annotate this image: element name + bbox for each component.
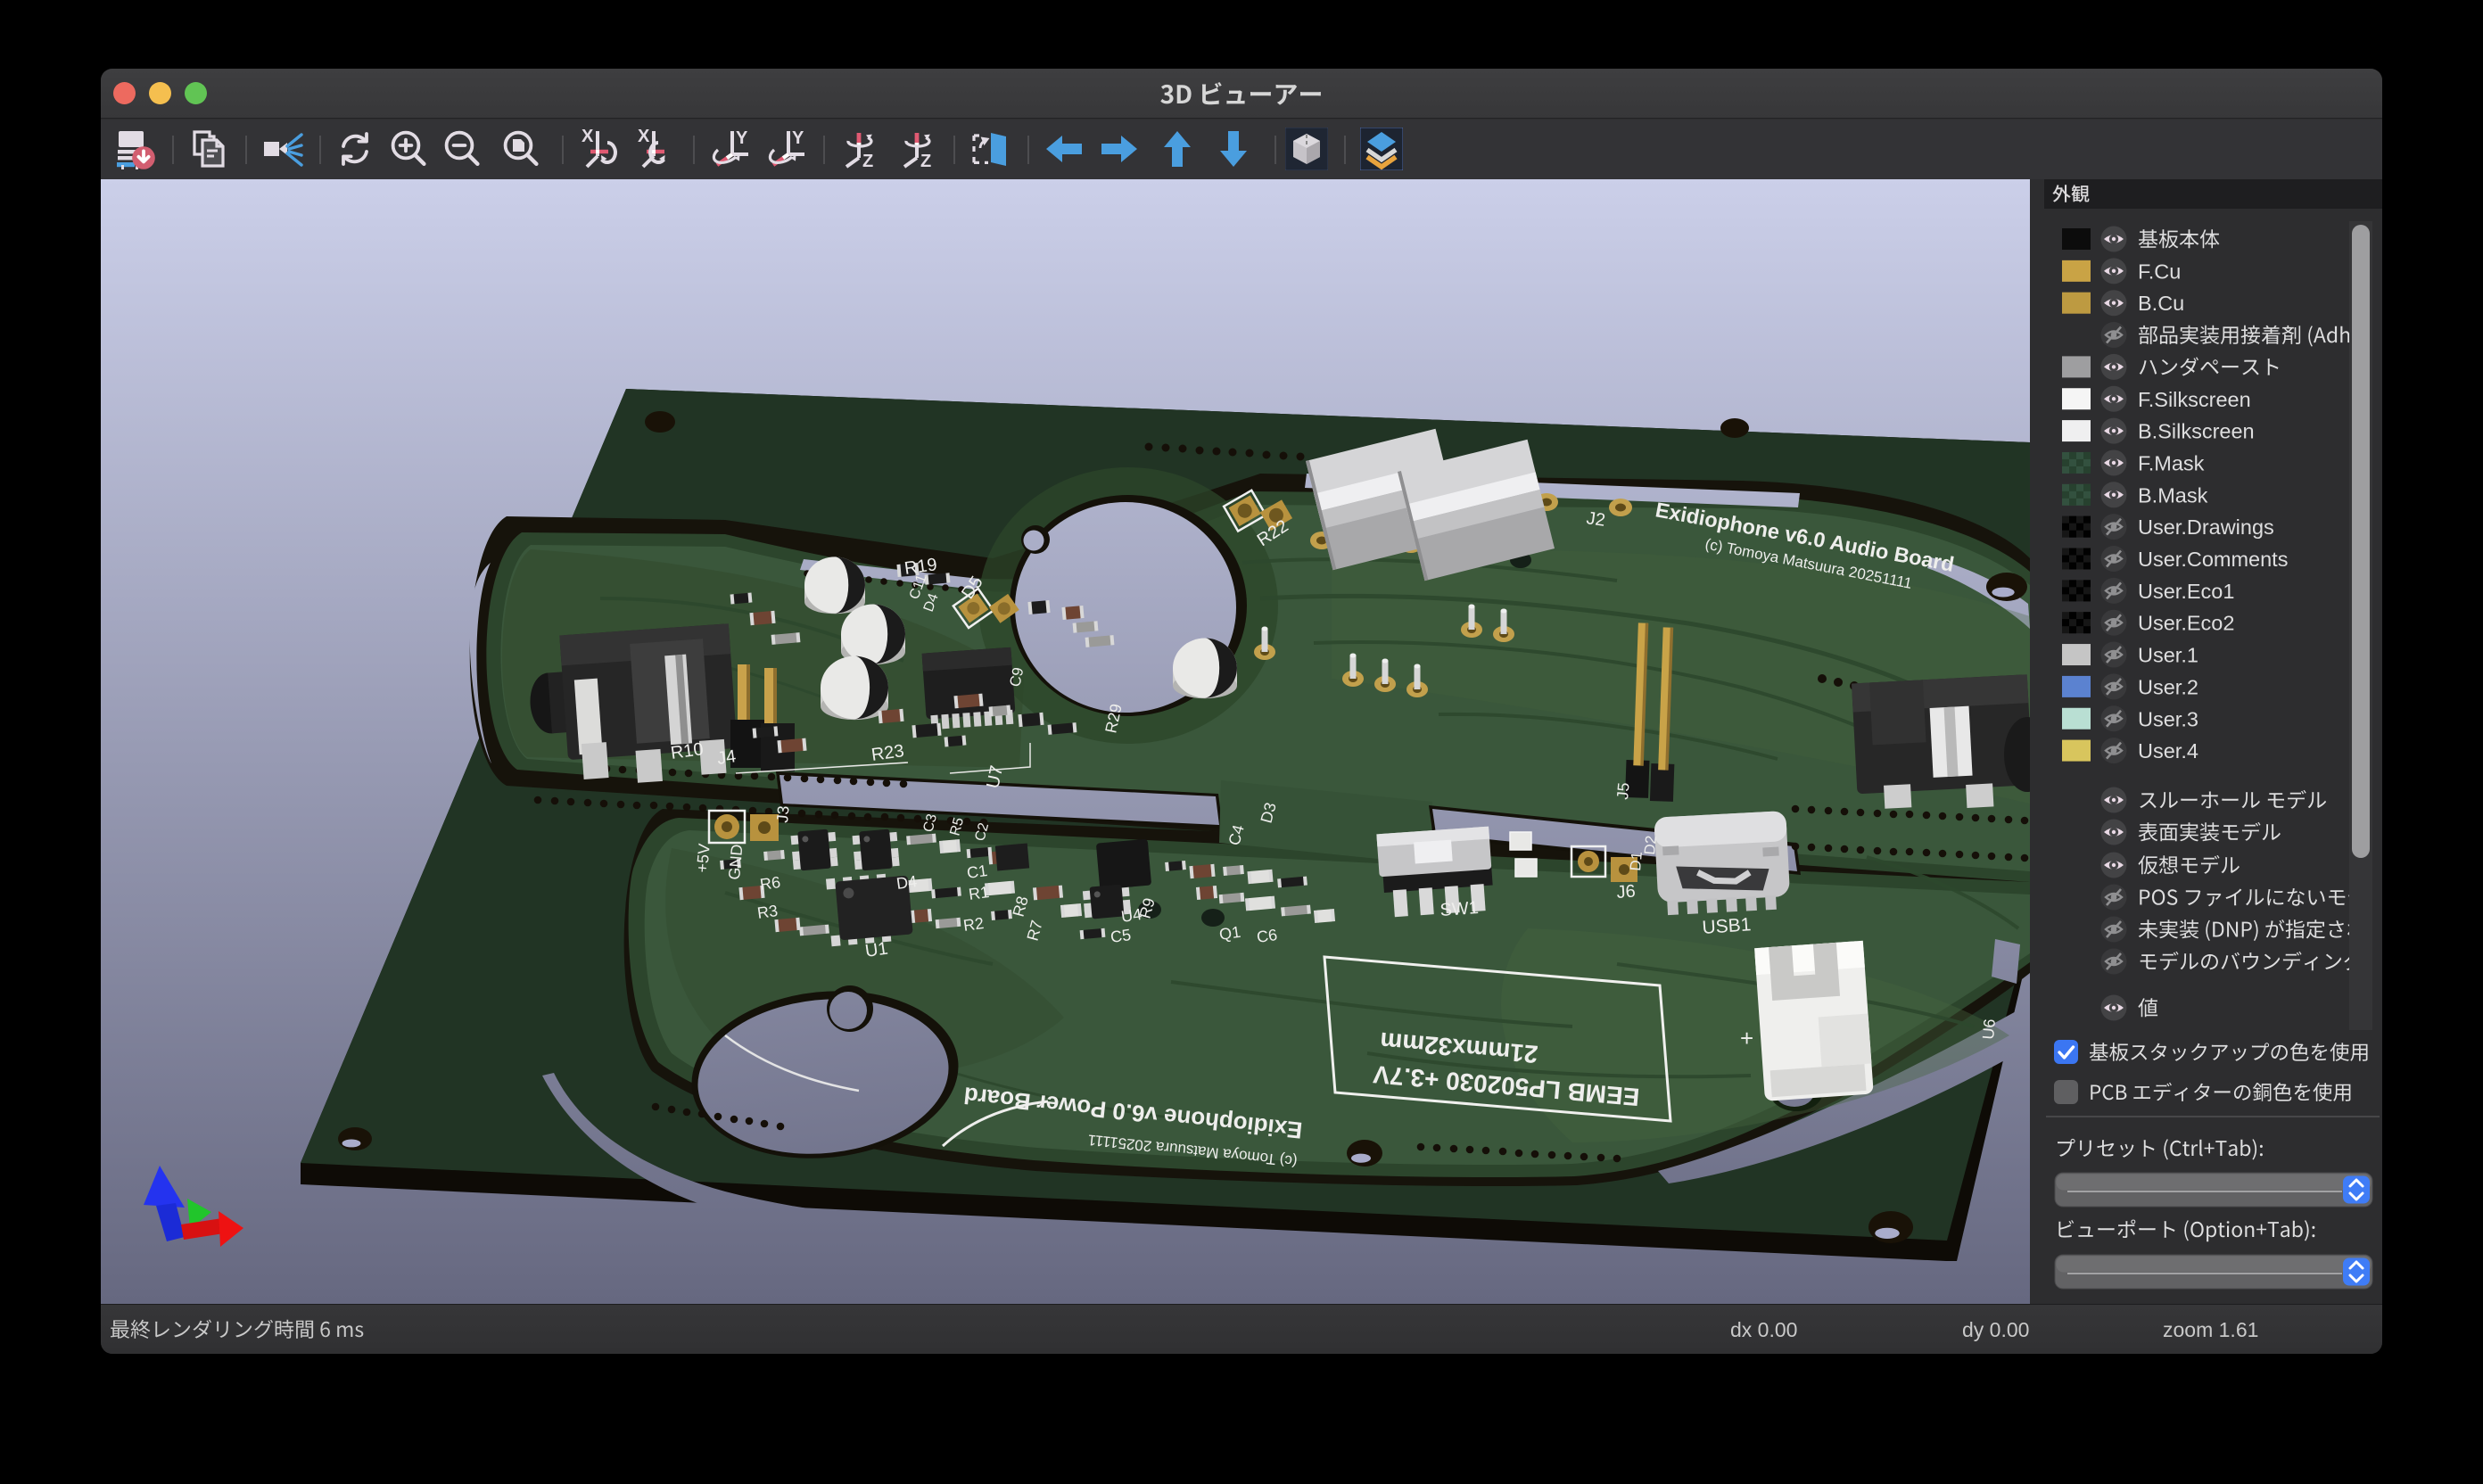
svg-text:F.Silkscreen: F.Silkscreen: [2138, 388, 2251, 411]
svg-text:J4: J4: [716, 746, 738, 769]
svg-text:+: +: [1740, 1025, 1753, 1051]
svg-text:USB1: USB1: [1702, 914, 1752, 938]
svg-text:Z: Z: [920, 152, 931, 170]
svg-text:J6: J6: [1616, 882, 1637, 903]
svg-text:D2: D2: [1641, 835, 1660, 855]
svg-text:User.2: User.2: [2138, 675, 2198, 698]
svg-text:U6: U6: [1979, 1018, 1999, 1041]
svg-text:X: X: [582, 128, 594, 146]
svg-text:B.Silkscreen: B.Silkscreen: [2138, 420, 2255, 443]
svg-text:User.Eco1: User.Eco1: [2138, 580, 2234, 603]
svg-text:Z: Z: [862, 152, 873, 170]
svg-text:C6: C6: [1256, 926, 1279, 946]
svg-text:J2: J2: [1585, 508, 1606, 531]
svg-text:Y: Y: [736, 128, 748, 148]
svg-text:U1: U1: [864, 939, 889, 961]
svg-text:J3: J3: [773, 805, 793, 824]
svg-text:D4: D4: [895, 872, 919, 893]
svg-text:C1: C1: [966, 862, 989, 882]
svg-text:R6: R6: [759, 873, 782, 894]
svg-text:User.1: User.1: [2138, 644, 2198, 667]
svg-text:Q1: Q1: [1218, 923, 1242, 944]
svg-text:User.Eco2: User.Eco2: [2138, 612, 2234, 635]
svg-text:Y: Y: [792, 128, 804, 148]
svg-text:C5: C5: [1110, 926, 1133, 946]
svg-text:SW1: SW1: [1439, 898, 1480, 920]
svg-text:J5: J5: [1613, 782, 1633, 801]
svg-text:User.4: User.4: [2138, 739, 2198, 763]
svg-text:F.Mask: F.Mask: [2138, 451, 2205, 474]
svg-text:X: X: [638, 128, 650, 146]
svg-text:B.Cu: B.Cu: [2138, 292, 2184, 315]
svg-text:User.Drawings: User.Drawings: [2138, 515, 2274, 539]
svg-text:+5V: +5V: [693, 843, 714, 873]
svg-text:F.Cu: F.Cu: [2138, 260, 2181, 283]
svg-text:B.Mask: B.Mask: [2138, 483, 2208, 507]
svg-text:R1: R1: [968, 883, 991, 903]
svg-text:User.3: User.3: [2138, 707, 2198, 730]
svg-text:R2: R2: [962, 914, 986, 935]
svg-text:R3: R3: [756, 902, 780, 922]
svg-text:GND: GND: [725, 844, 746, 881]
svg-text:User.Comments: User.Comments: [2138, 548, 2288, 571]
